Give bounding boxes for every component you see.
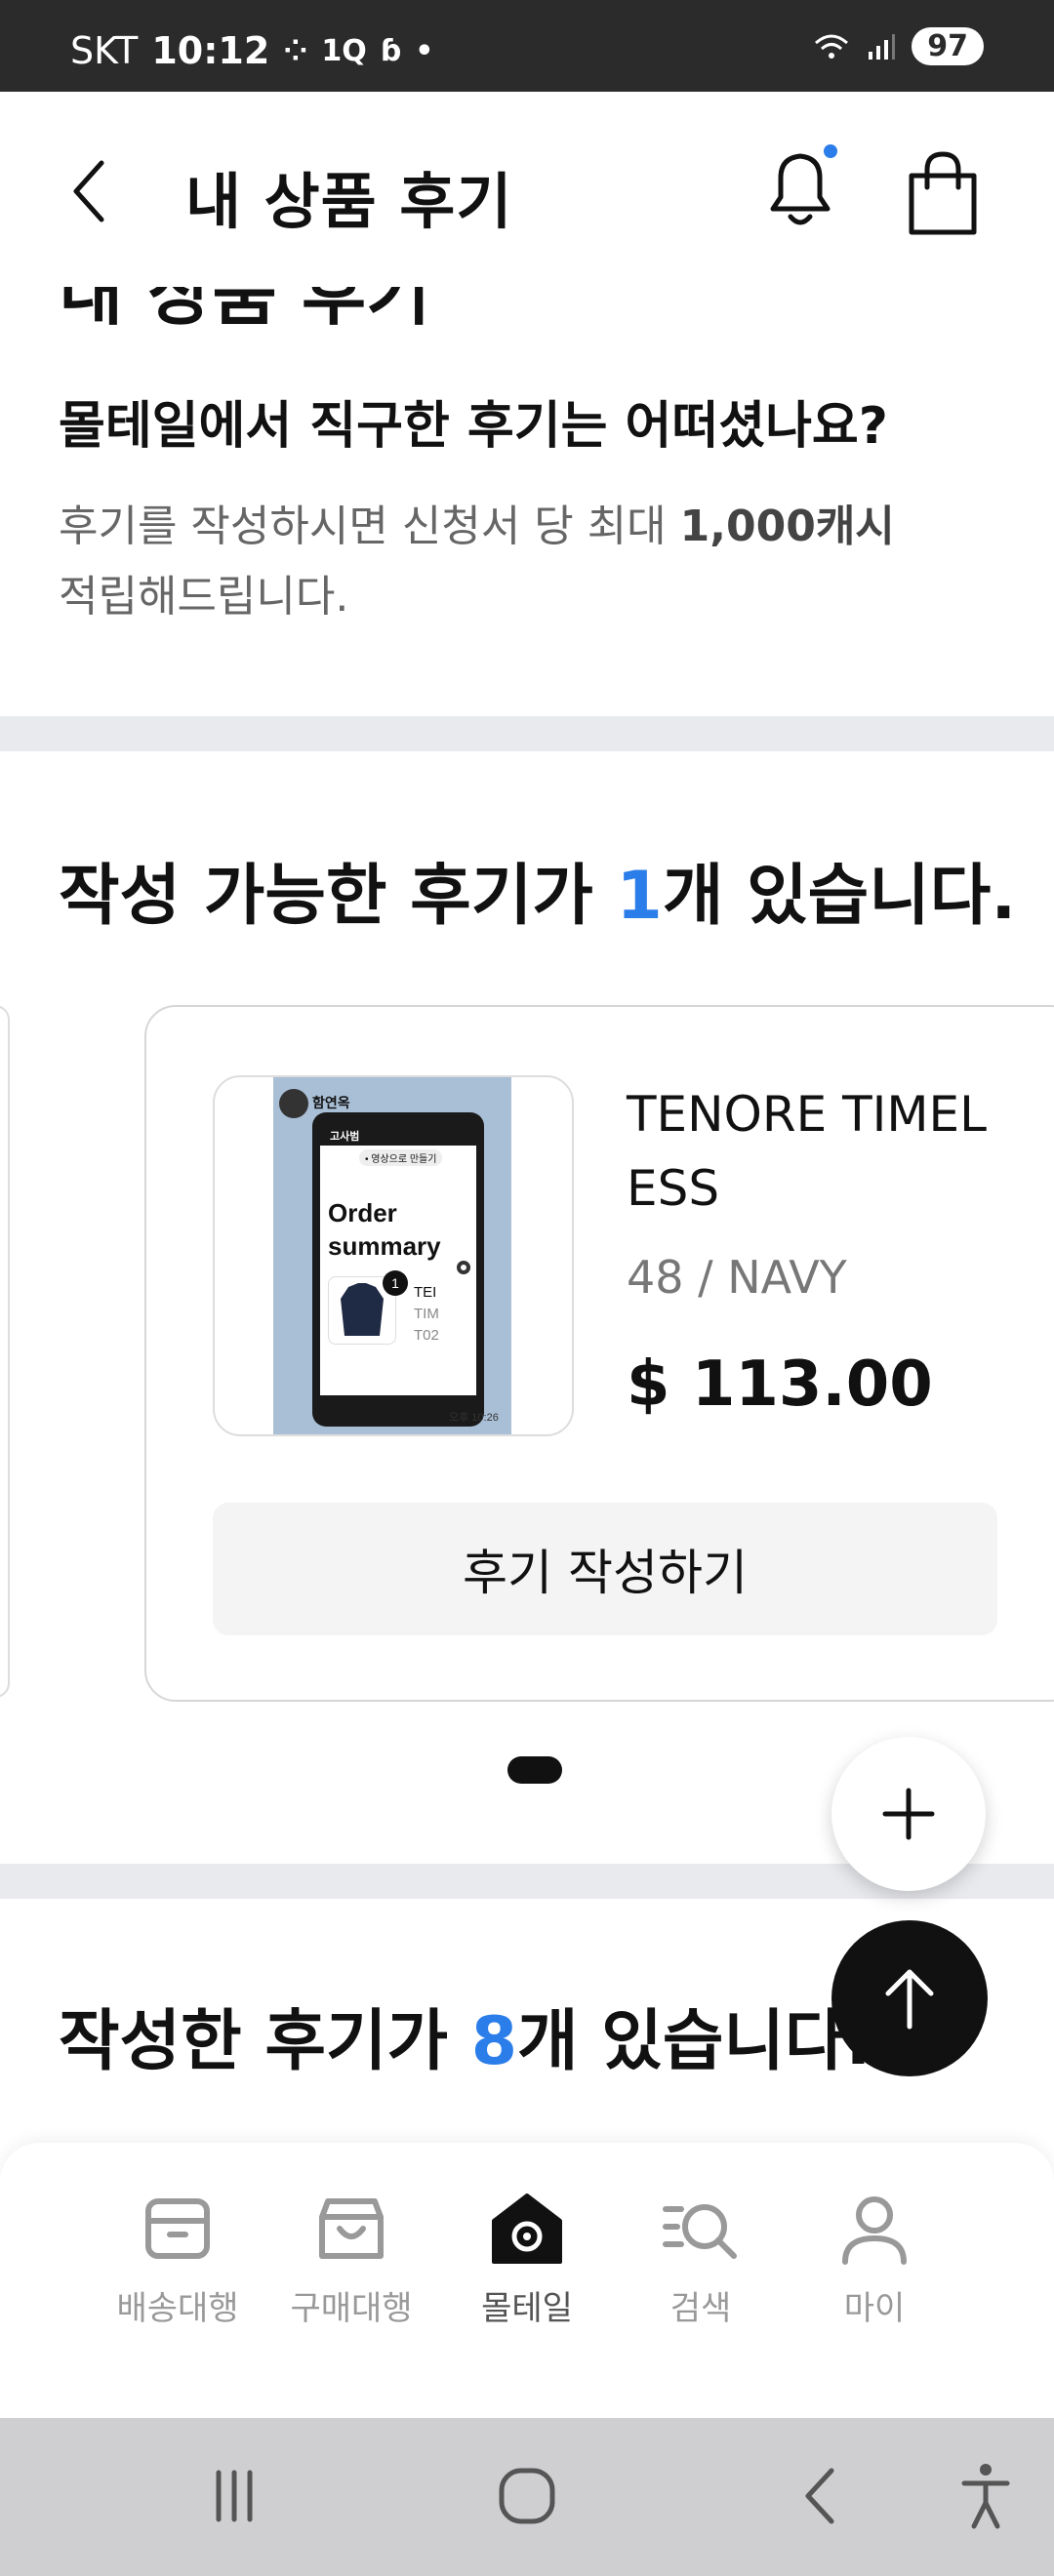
shopping-box-icon: [319, 2198, 384, 2259]
section-divider: [0, 716, 1054, 751]
notification-dot: [824, 144, 837, 158]
signal-icon: [869, 33, 896, 60]
thumbnail-overlay-button: • 영상으로 만들기: [359, 1149, 443, 1166]
battery-indicator: 97: [912, 27, 984, 65]
back-arrow-icon: [805, 2468, 834, 2524]
app-header: 내 상품 후기: [0, 92, 1054, 287]
thumbnail-item-text: T02: [414, 1327, 439, 1344]
title-text: 개 있습니다.: [517, 2003, 872, 2080]
previous-card-edge[interactable]: [0, 1005, 10, 1698]
carrier-label: SKT: [70, 29, 139, 72]
nav-label: 몰테일: [481, 2289, 573, 2328]
avatar: [279, 1089, 308, 1118]
carousel-indicator: [507, 1756, 562, 1784]
product-option: 48 / NAVY: [627, 1251, 847, 1304]
person-icon: [842, 2196, 907, 2265]
product-thumbnail: 함연옥 고사범 • 영상으로 만들기 Order summary 1 TEI T…: [213, 1075, 574, 1436]
nav-label: 검색: [669, 2289, 732, 2328]
intro-heading: 내 상품 후기: [59, 287, 431, 335]
app-notification-icon: 1Q: [321, 33, 367, 68]
product-name-line: TENORE TIMEL: [627, 1086, 987, 1143]
accessibility-icon: [961, 2464, 1010, 2529]
more-notifications-icon: •: [415, 33, 434, 68]
back-button[interactable]: [68, 142, 146, 240]
chevron-left-icon: [73, 160, 104, 222]
product-name-line: ESS: [627, 1160, 720, 1217]
shopping-bag-icon: [909, 151, 977, 235]
nav-item-purchase[interactable]: 구매대행: [264, 2188, 439, 2329]
status-bar: SKT 10:12 ⁘ 1Q ɓ • 97: [0, 0, 1054, 92]
writable-count: 1: [616, 858, 663, 935]
app-notification-icon: ⁘: [283, 33, 308, 68]
title-text: 작성한 후기가: [59, 2003, 471, 2080]
intro-desc-text: 후기를 작성하시면 신청서 당 최대: [59, 502, 680, 551]
plus-icon: [882, 1788, 935, 1840]
clock: 10:12: [151, 29, 270, 72]
nav-label: 마이: [843, 2289, 906, 2328]
home-button[interactable]: [478, 2457, 576, 2535]
thumbnail-dot: [457, 1261, 470, 1274]
cash-amount: 1,000캐시: [679, 502, 895, 551]
scroll-top-button[interactable]: [831, 1920, 988, 2076]
title-text: 개 있습니다.: [662, 858, 1017, 935]
bottom-navigation: 배송대행 구매대행 몰테일 검색 마이: [0, 2143, 1054, 2418]
app-notification-icon: ɓ: [380, 33, 402, 68]
intro-desc-text: 적립해드립니다.: [59, 572, 349, 622]
recent-apps-button[interactable]: [185, 2457, 283, 2535]
written-count: 8: [470, 2003, 518, 2080]
nav-item-my[interactable]: 마이: [787, 2188, 962, 2329]
arrow-up-icon: [885, 1969, 934, 2030]
home-circle-icon: [499, 2468, 555, 2524]
nav-item-search[interactable]: 검색: [613, 2188, 789, 2329]
cart-button[interactable]: [900, 146, 986, 240]
nav-label: 배송대행: [116, 2289, 239, 2328]
intro-section: 내 상품 후기 몰테일에서 직구한 후기는 어떠셨나요? 후기를 작성하시면 신…: [0, 287, 1054, 716]
nav-item-malltail[interactable]: 몰테일: [439, 2188, 615, 2329]
intro-description: 후기를 작성하시면 신청서 당 최대 1,000캐시 적립해드립니다.: [59, 492, 937, 632]
thumbnail-order-line1: Order: [328, 1198, 397, 1228]
home-swirl-icon: [492, 2194, 562, 2264]
recent-apps-icon: [216, 2470, 253, 2522]
add-button[interactable]: [831, 1737, 986, 1891]
page-title: 내 상품 후기: [185, 166, 513, 237]
wifi-icon: [815, 34, 849, 59]
title-text: 작성 가능한 후기가: [59, 858, 617, 935]
thumbnail-chat-name: 고사범: [330, 1131, 360, 1143]
product-name: TENORE TIMEL ESS: [627, 1077, 1054, 1226]
review-card[interactable]: 함연옥 고사범 • 영상으로 만들기 Order summary 1 TEI T…: [144, 1005, 1054, 1702]
accessibility-button[interactable]: [937, 2457, 1034, 2535]
thumbnail-order-line2: summary: [328, 1231, 441, 1261]
written-reviews-title: 작성한 후기가 8개 있습니다.: [59, 1987, 871, 2083]
write-review-button[interactable]: 후기 작성하기: [213, 1503, 997, 1635]
product-price: $ 113.00: [627, 1348, 933, 1421]
thumbnail-time: 오후 10:26: [449, 1412, 499, 1424]
nav-label: 구매대행: [290, 2289, 413, 2328]
system-navigation-bar: [0, 2418, 1054, 2576]
package-icon: [145, 2198, 210, 2259]
system-back-button[interactable]: [771, 2457, 869, 2535]
thumbnail-sender: 함연옥: [312, 1095, 350, 1110]
thumbnail-item-text: TEI: [414, 1284, 437, 1301]
thumbnail-badge: 1: [383, 1270, 408, 1296]
writable-reviews-title: 작성 가능한 후기가 1개 있습니다.: [59, 841, 1016, 938]
nav-item-shipping[interactable]: 배송대행: [90, 2188, 265, 2329]
intro-subtitle: 몰테일에서 직구한 후기는 어떠셨나요?: [59, 397, 888, 456]
notification-button[interactable]: [757, 141, 843, 234]
search-list-icon: [663, 2204, 737, 2259]
thumbnail-item-text: TIM: [414, 1306, 439, 1322]
